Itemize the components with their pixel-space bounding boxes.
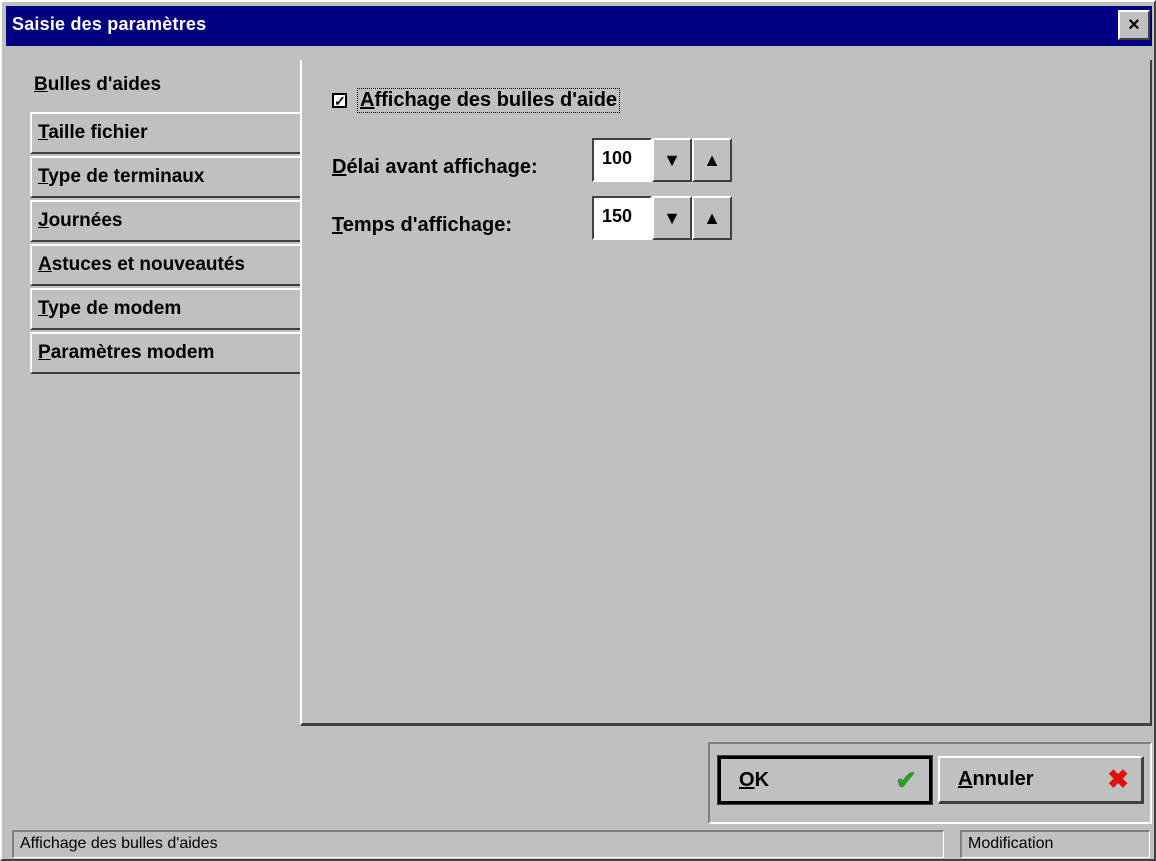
tab-taille-fichier[interactable]: Taille fichier [30, 112, 302, 154]
tab-label: ype de modem [48, 298, 182, 319]
dialog-buttons: OK ✔ Annuler ✖ [708, 742, 1152, 824]
cancel-button[interactable]: Annuler ✖ [938, 756, 1144, 804]
arrow-up-icon: ▲ [703, 207, 721, 228]
tab-label: ournées [48, 210, 123, 231]
close-icon: × [1128, 14, 1140, 36]
tab-bulles-daides[interactable]: Bulles d'aides [28, 64, 306, 106]
duration-spinner[interactable]: 150 ▼ ▲ [592, 196, 732, 240]
label-access-key: A [360, 89, 375, 111]
arrow-down-icon: ▼ [663, 149, 681, 170]
arrow-up-icon: ▲ [703, 149, 721, 170]
ok-label: OK [739, 769, 769, 792]
delay-input[interactable]: 100 [592, 138, 652, 182]
tab-access-key: B [34, 74, 48, 95]
cross-icon: ✖ [1107, 764, 1129, 794]
show-tooltips-option[interactable]: ✓ Affichage des bulles d'aide [332, 88, 621, 113]
label-access-key: A [958, 768, 973, 790]
label-text: K [754, 768, 770, 791]
checkmark-icon: ✓ [334, 93, 346, 109]
label-access-key: T [332, 214, 343, 236]
label-text: élai avant affichage: [346, 156, 538, 178]
duration-input[interactable]: 150 [592, 196, 652, 240]
label-access-key: D [332, 156, 347, 178]
show-tooltips-checkbox[interactable]: ✓ [332, 93, 347, 108]
tab-access-key: A [38, 254, 52, 275]
close-button[interactable]: × [1118, 10, 1150, 40]
tab-label: stuces et nouveautés [51, 254, 245, 275]
status-mode: Modification [960, 830, 1150, 858]
arrow-down-icon: ▼ [663, 207, 681, 228]
tab-type-de-terminaux[interactable]: Type de terminaux [30, 156, 302, 198]
duration-label: Temps d'affichage: [332, 214, 512, 237]
tab-label: aramètres modem [50, 342, 215, 363]
label-text: ffichage des bulles d'aide [374, 89, 618, 111]
ok-button[interactable]: OK ✔ [717, 755, 933, 805]
tab-astuces-et-nouveautes[interactable]: Astuces et nouveautés [30, 244, 302, 286]
tab-access-key: T [38, 122, 49, 143]
tab-access-key: J [38, 210, 49, 231]
title-bar[interactable]: Saisie des paramètres × [6, 6, 1152, 46]
checkmark-icon: ✔ [895, 764, 917, 795]
window-title: Saisie des paramètres [12, 14, 207, 34]
tab-label: ulles d'aides [47, 74, 162, 95]
duration-increment-button[interactable]: ▲ [692, 196, 732, 240]
tab-access-key: T [38, 298, 49, 319]
duration-decrement-button[interactable]: ▼ [652, 196, 692, 240]
delay-increment-button[interactable]: ▲ [692, 138, 732, 182]
tab-access-key: P [38, 342, 51, 363]
label-text: nnuler [972, 768, 1034, 790]
cancel-label: Annuler [958, 768, 1034, 791]
tab-label: aille fichier [48, 122, 148, 143]
label-access-key: O [739, 768, 755, 791]
dialog-window: Saisie des paramètres × Bulles d'aides T… [0, 0, 1156, 861]
tab-access-key: T [38, 166, 49, 187]
status-message: Affichage des bulles d'aides [12, 830, 944, 858]
delay-label: Délai avant affichage: [332, 156, 538, 179]
tab-parametres-modem[interactable]: Paramètres modem [30, 332, 302, 374]
label-text: emps d'affichage: [342, 214, 512, 236]
show-tooltips-label[interactable]: Affichage des bulles d'aide [357, 88, 621, 113]
tab-type-de-modem[interactable]: Type de modem [30, 288, 302, 330]
delay-spinner[interactable]: 100 ▼ ▲ [592, 138, 732, 182]
tab-label: ype de terminaux [48, 166, 205, 187]
tab-journees[interactable]: Journées [30, 200, 302, 242]
delay-decrement-button[interactable]: ▼ [652, 138, 692, 182]
